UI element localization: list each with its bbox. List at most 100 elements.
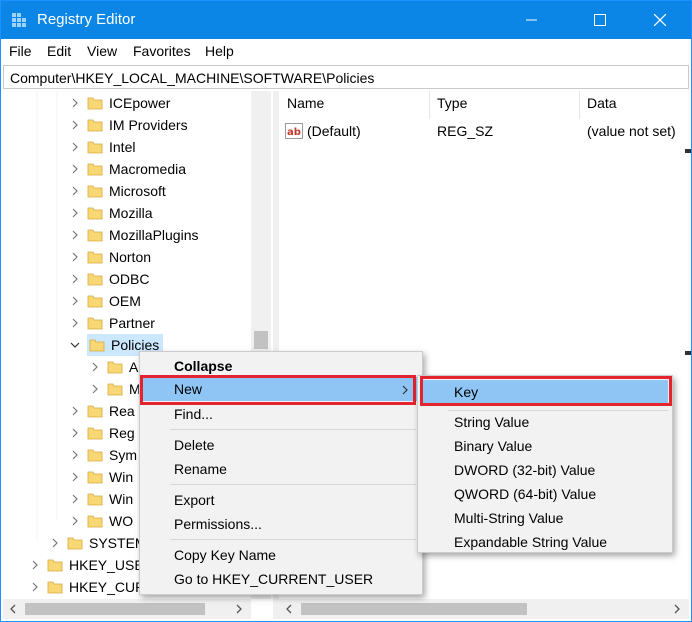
close-button[interactable] [637, 1, 683, 39]
chevron-right-icon [72, 230, 78, 240]
menu-item-string-value[interactable]: String Value [454, 414, 529, 430]
close-icon [654, 14, 666, 26]
menu-item-multi-string-value[interactable]: Multi-String Value [454, 510, 563, 526]
column-header-name[interactable]: Name [287, 95, 324, 119]
menu-separator [170, 539, 416, 540]
chevron-right-icon [72, 164, 78, 174]
chevron-right-icon [72, 516, 78, 526]
chevron-right-icon [72, 296, 78, 306]
tree-item[interactable]: HKEY_CUR [29, 576, 145, 598]
chevron-right-icon [72, 428, 78, 438]
tree-item[interactable]: Win [69, 488, 133, 510]
chevron-right-icon [72, 450, 78, 460]
scrollbar-thumb[interactable] [301, 603, 527, 615]
chevron-right-icon [52, 538, 58, 548]
tree-item[interactable]: Sym [69, 444, 137, 466]
menu-item-rename[interactable]: Rename [174, 461, 227, 477]
column-separator[interactable] [429, 91, 430, 119]
tree-item[interactable]: M [89, 378, 141, 400]
string-value-icon: ab [285, 123, 303, 139]
tree-item[interactable]: Microsoft [69, 180, 166, 202]
tree-item-label: MozillaPlugins [109, 227, 199, 243]
scroll-left-icon[interactable] [285, 604, 293, 614]
tree-item[interactable]: Macromedia [69, 158, 186, 180]
menu-file[interactable]: File [9, 43, 32, 59]
menu-item-goto-hkcu[interactable]: Go to HKEY_CURRENT_USER [174, 571, 373, 587]
menu-item-collapse[interactable]: Collapse [174, 358, 232, 374]
maximize-button[interactable] [577, 1, 623, 39]
tree-item[interactable]: Intel [69, 136, 135, 158]
tree-item[interactable]: Partner [69, 312, 155, 334]
tree-item[interactable]: Norton [69, 246, 151, 268]
tree-item[interactable]: Rea [69, 400, 135, 422]
tree-item[interactable]: HKEY_USE [29, 554, 144, 576]
chevron-right-icon [72, 252, 78, 262]
folder-icon [87, 515, 103, 528]
tree-item-label: WO [109, 513, 134, 529]
tree-horizontal-scrollbar[interactable] [3, 599, 251, 619]
minimize-button[interactable] [509, 1, 555, 39]
folder-icon [87, 229, 103, 242]
tree-item[interactable]: A [89, 356, 138, 378]
scroll-right-icon[interactable] [673, 604, 681, 614]
list-horizontal-scrollbar[interactable] [279, 599, 689, 619]
menu-item-binary-value[interactable]: Binary Value [454, 438, 532, 454]
tree-item[interactable]: Mozilla [69, 202, 153, 224]
menu-item-copy-key-name[interactable]: Copy Key Name [174, 547, 276, 563]
chevron-right-icon [92, 362, 98, 372]
scrollbar-thumb[interactable] [254, 331, 268, 349]
menu-help[interactable]: Help [205, 43, 234, 59]
menu-item-find[interactable]: Find... [174, 406, 213, 422]
menu-item-dword-value[interactable]: DWORD (32-bit) Value [454, 462, 595, 478]
tree-item[interactable]: ICEpower [69, 92, 170, 114]
folder-icon [47, 581, 63, 594]
scroll-right-icon[interactable] [235, 604, 243, 614]
chevron-right-icon [72, 472, 78, 482]
chevron-right-icon [72, 406, 78, 416]
column-header-type[interactable]: Type [437, 95, 467, 119]
tree-item[interactable]: ODBC [69, 268, 149, 290]
column-separator[interactable] [579, 91, 580, 119]
tree-item[interactable]: Win [69, 466, 133, 488]
address-bar[interactable]: Computer\HKEY_LOCAL_MACHINE\SOFTWARE\Pol… [3, 65, 689, 89]
value-data: (value not set) [587, 123, 676, 139]
menu-separator [448, 410, 668, 411]
menu-item-qword-value[interactable]: QWORD (64-bit) Value [454, 486, 596, 502]
tree-item-label: Macromedia [109, 161, 187, 177]
folder-icon [107, 383, 123, 396]
menu-separator [170, 429, 416, 430]
chevron-right-icon [72, 186, 78, 196]
window-title: Registry Editor [37, 11, 136, 28]
scrollbar-thumb[interactable] [25, 603, 205, 615]
list-vertical-scrollbar[interactable] [685, 101, 691, 599]
tree-item[interactable]: IM Providers [69, 114, 188, 136]
chevron-right-icon [72, 120, 78, 130]
menu-item-delete[interactable]: Delete [174, 437, 214, 453]
menu-edit[interactable]: Edit [47, 43, 71, 59]
menu-item-permissions[interactable]: Permissions... [174, 516, 262, 532]
folder-icon [47, 559, 63, 572]
chevron-right-icon [72, 494, 78, 504]
tree-item[interactable]: SYSTEM [49, 532, 147, 554]
tree-item[interactable]: MozillaPlugins [69, 224, 198, 246]
menu-item-export[interactable]: Export [174, 492, 214, 508]
minimize-icon [526, 19, 537, 21]
column-header-data[interactable]: Data [587, 95, 617, 119]
chevron-right-icon [72, 318, 78, 328]
registry-editor-icon [12, 13, 26, 27]
tree-item[interactable]: Reg [69, 422, 135, 444]
svg-text:ab: ab [287, 127, 301, 138]
folder-icon [87, 141, 103, 154]
menu-item-expandable-string-value[interactable]: Expandable String Value [454, 534, 607, 550]
tree-item-label: Norton [109, 249, 152, 265]
title-bar[interactable]: Registry Editor [1, 1, 691, 39]
menu-favorites[interactable]: Favorites [133, 43, 191, 59]
tree-item[interactable]: WO [69, 510, 133, 532]
tree-item[interactable]: OEM [69, 290, 141, 312]
menu-view[interactable]: View [87, 43, 117, 59]
scroll-left-icon[interactable] [9, 604, 17, 614]
folder-icon [87, 163, 103, 176]
address-path: Computer\HKEY_LOCAL_MACHINE\SOFTWARE\Pol… [10, 70, 375, 86]
value-row[interactable]: ab (Default) REG_SZ (value not set) [285, 121, 685, 143]
tree-item-label: A [129, 359, 139, 375]
